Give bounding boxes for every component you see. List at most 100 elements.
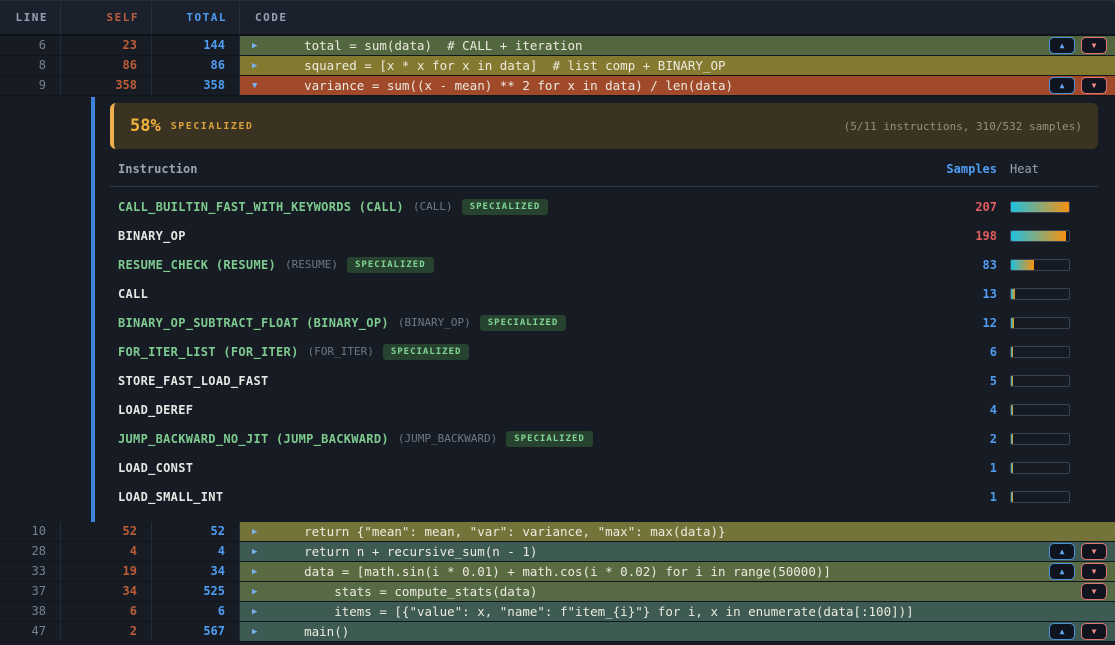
heat-bar-track <box>1010 201 1070 213</box>
jump-down-button[interactable]: ▼ <box>1081 37 1107 54</box>
instruction-name-group: CALL_BUILTIN_FAST_WITH_KEYWORDS (CALL) (… <box>118 199 907 215</box>
heat-bar-fill <box>1011 260 1034 270</box>
instruction-name-group: RESUME_CHECK (RESUME) (RESUME) SPECIALIZ… <box>118 257 907 273</box>
heat-cell <box>1010 288 1070 300</box>
code-cell[interactable]: ▶ squared = [x * x for x in data] # list… <box>240 56 1115 75</box>
jump-down-button[interactable]: ▼ <box>1081 563 1107 580</box>
code-cell[interactable]: ▶ main() ▲ ▼ <box>240 622 1115 641</box>
code-line-row: 37 34 525 ▶ stats = compute_stats(data) … <box>0 582 1115 602</box>
instruction-name: LOAD_CONST <box>118 461 193 475</box>
expand-caret-icon[interactable]: ▶ <box>252 627 274 637</box>
line-number-cell: 47 <box>0 622 61 641</box>
expand-caret-icon[interactable]: ▼ <box>252 81 274 91</box>
code-cell[interactable]: ▼ variance = sum((x - mean) ** 2 for x i… <box>240 76 1115 95</box>
jump-up-button[interactable]: ▲ <box>1049 37 1075 54</box>
code-line-row: 47 2 567 ▶ main() ▲ ▼ <box>0 622 1115 642</box>
code-cell[interactable]: ▶ data = [math.sin(i * 0.01) + math.cos(… <box>240 562 1115 581</box>
specialized-badge: SPECIALIZED <box>462 199 549 215</box>
instruction-name: LOAD_SMALL_INT <box>118 490 223 504</box>
heat-bar-fill <box>1011 289 1015 299</box>
heat-cell <box>1010 404 1070 416</box>
code-text: variance = sum((x - mean) ** 2 for x in … <box>274 78 733 93</box>
row-jump-controls: ▲ ▼ <box>1049 77 1107 94</box>
code-text: total = sum(data) # CALL + iteration <box>274 38 583 53</box>
instruction-row: FOR_ITER_LIST (FOR_ITER) (FOR_ITER) SPEC… <box>110 337 1098 366</box>
jump-up-button[interactable]: ▲ <box>1049 623 1075 640</box>
expand-caret-icon[interactable]: ▶ <box>252 587 274 597</box>
code-column-header: CODE <box>240 1 1115 34</box>
heat-bar-fill <box>1011 405 1013 415</box>
instruction-samples: 6 <box>907 345 997 359</box>
heat-cell <box>1010 230 1070 242</box>
expand-caret-icon[interactable]: ▶ <box>252 527 274 537</box>
jump-down-button[interactable]: ▼ <box>1081 77 1107 94</box>
code-cell[interactable]: ▶ stats = compute_stats(data) ▼ <box>240 582 1115 601</box>
heat-bar-fill <box>1011 463 1013 473</box>
jump-up-button[interactable]: ▲ <box>1049 543 1075 560</box>
heat-bar-fill <box>1011 347 1013 357</box>
specialized-badge: SPECIALIZED <box>383 344 470 360</box>
self-samples-cell: 34 <box>61 582 152 601</box>
total-column-header[interactable]: TOTAL <box>152 1 240 34</box>
instruction-base-name: (BINARY_OP) <box>398 316 471 329</box>
instruction-samples: 2 <box>907 432 997 446</box>
heat-bar-track <box>1010 317 1070 329</box>
specialized-badge: SPECIALIZED <box>347 257 434 273</box>
expansion-gutter <box>0 96 110 522</box>
heat-bar-fill <box>1011 231 1066 241</box>
instruction-column-header: Instruction <box>118 162 907 176</box>
jump-up-button[interactable]: ▲ <box>1049 563 1075 580</box>
total-samples-cell: 567 <box>152 622 240 641</box>
instruction-rows: CALL_BUILTIN_FAST_WITH_KEYWORDS (CALL) (… <box>110 187 1098 511</box>
instruction-name-group: STORE_FAST_LOAD_FAST <box>118 374 907 388</box>
specialization-percent: 58% <box>130 116 161 136</box>
total-samples-cell: 144 <box>152 36 240 55</box>
code-rows-top-group: 6 23 144 ▶ total = sum(data) # CALL + it… <box>0 36 1115 96</box>
heat-bar-track <box>1010 491 1070 503</box>
heat-bar-fill <box>1011 318 1014 328</box>
total-samples-cell: 6 <box>152 602 240 621</box>
code-cell[interactable]: ▶ return n + recursive_sum(n - 1) ▲ ▼ <box>240 542 1115 561</box>
code-line-row: 8 86 86 ▶ squared = [x * x for x in data… <box>0 56 1115 76</box>
instruction-name: BINARY_OP <box>118 229 186 243</box>
instruction-samples: 13 <box>907 287 997 301</box>
jump-down-button[interactable]: ▼ <box>1081 623 1107 640</box>
jump-up-button[interactable]: ▲ <box>1049 77 1075 94</box>
code-cell[interactable]: ▶ total = sum(data) # CALL + iteration ▲… <box>240 36 1115 55</box>
code-text: return n + recursive_sum(n - 1) <box>274 544 537 559</box>
instruction-table-header: Instruction Samples Heat <box>110 162 1098 187</box>
expansion-connector-line <box>91 97 95 522</box>
code-cell[interactable]: ▶ return {"mean": mean, "var": variance,… <box>240 522 1115 541</box>
self-column-header[interactable]: SELF <box>61 1 152 34</box>
expand-caret-icon[interactable]: ▶ <box>252 61 274 71</box>
instruction-name-group: JUMP_BACKWARD_NO_JIT (JUMP_BACKWARD) (JU… <box>118 431 907 447</box>
heat-bar-track <box>1010 462 1070 474</box>
row-jump-controls: ▲ ▼ <box>1049 543 1107 560</box>
code-text: squared = [x * x for x in data] # list c… <box>274 58 726 73</box>
expand-caret-icon[interactable]: ▶ <box>252 41 274 51</box>
instruction-name-group: CALL <box>118 287 907 301</box>
specialization-detail-text: (5/11 instructions, 310/532 samples) <box>844 120 1082 133</box>
instruction-base-name: (RESUME) <box>285 258 338 271</box>
expand-caret-icon[interactable]: ▶ <box>252 567 274 577</box>
row-jump-controls: ▲ ▼ <box>1049 37 1107 54</box>
instruction-name: STORE_FAST_LOAD_FAST <box>118 374 269 388</box>
code-cell[interactable]: ▶ items = [{"value": x, "name": f"item_{… <box>240 602 1115 621</box>
row-jump-controls: ▼ <box>1081 583 1107 600</box>
samples-column-header[interactable]: Samples <box>907 162 997 176</box>
instruction-name-group: FOR_ITER_LIST (FOR_ITER) (FOR_ITER) SPEC… <box>118 344 907 360</box>
specialized-badge: SPECIALIZED <box>506 431 593 447</box>
instruction-name: FOR_ITER_LIST (FOR_ITER) <box>118 345 299 359</box>
expanded-detail-section: 58% SPECIALIZED (5/11 instructions, 310/… <box>0 96 1115 522</box>
instruction-name: CALL_BUILTIN_FAST_WITH_KEYWORDS (CALL) <box>118 200 404 214</box>
profiler-app: LINE SELF TOTAL CODE 6 23 144 ▶ total = … <box>0 0 1115 645</box>
jump-down-button[interactable]: ▼ <box>1081 543 1107 560</box>
row-jump-controls: ▲ ▼ <box>1049 563 1107 580</box>
heat-cell <box>1010 375 1070 387</box>
jump-down-button[interactable]: ▼ <box>1081 583 1107 600</box>
self-samples-cell: 358 <box>61 76 152 95</box>
expand-caret-icon[interactable]: ▶ <box>252 607 274 617</box>
expand-caret-icon[interactable]: ▶ <box>252 547 274 557</box>
total-samples-cell: 34 <box>152 562 240 581</box>
self-samples-cell: 86 <box>61 56 152 75</box>
